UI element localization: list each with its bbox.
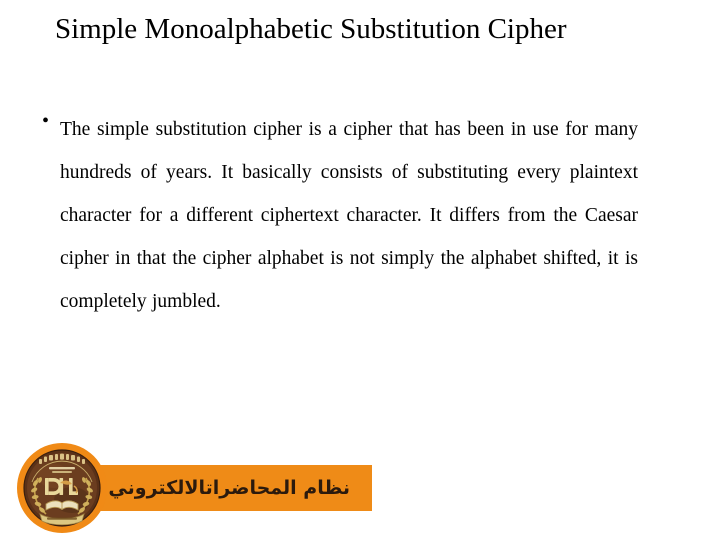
slide-canvas: Simple Monoalphabetic Substitution Ciphe… <box>0 0 720 540</box>
body-content: • The simple substitution cipher is a ci… <box>42 108 638 323</box>
footer-banner: نظام المحاضراتالالكتروني <box>0 438 720 540</box>
footer-text-secondary: الالكتروني <box>108 477 206 499</box>
page-title: Simple Monoalphabetic Substitution Ciphe… <box>55 13 567 45</box>
seal-icon <box>17 443 107 533</box>
bullet-point-icon: • <box>42 110 50 132</box>
footer-banner-text: نظام المحاضراتالالكتروني <box>108 475 372 501</box>
university-seal-logo <box>16 442 108 534</box>
footer-text-primary: نظام المحاضرات <box>205 477 350 499</box>
bullet-list-item: • The simple substitution cipher is a ci… <box>42 108 638 323</box>
bullet-paragraph-text: The simple substitution cipher is a ciph… <box>60 119 638 312</box>
